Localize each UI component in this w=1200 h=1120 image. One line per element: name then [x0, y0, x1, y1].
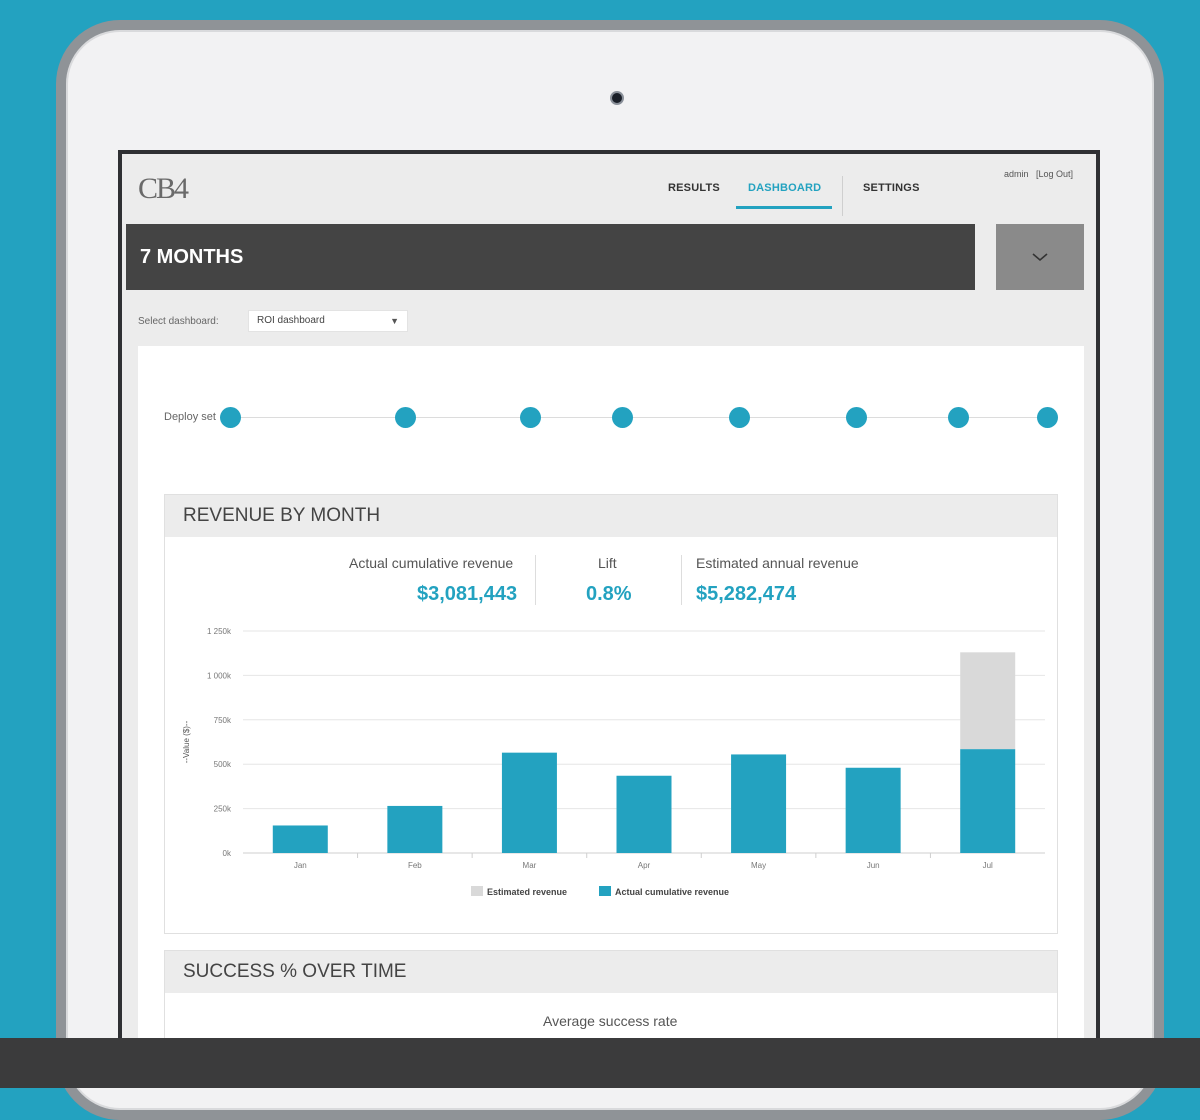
success-panel-title: SUCCESS % OVER TIME	[165, 951, 1057, 993]
deploy-point[interactable]	[395, 407, 416, 428]
deploy-set-label: Deploy set	[164, 411, 216, 423]
deploy-timeline	[230, 417, 1048, 418]
top-bar: CB4 RESULTS DASHBOARD SETTINGS admin [Lo…	[122, 154, 1096, 224]
deploy-point[interactable]	[612, 407, 633, 428]
bar-actual-jan	[272, 825, 328, 853]
deploy-point[interactable]	[948, 407, 969, 428]
caret-down-icon: ▼	[390, 316, 399, 326]
x-tick-label: Jun	[867, 861, 880, 870]
revenue-panel: REVENUE BY MONTH Actual cumulative reven…	[164, 494, 1058, 934]
y-tick-label: 750k	[214, 716, 232, 725]
deploy-point[interactable]	[220, 407, 241, 428]
bar-actual-mar	[501, 752, 557, 853]
x-tick-label: Jan	[294, 861, 307, 870]
legend-label-estimated: Estimated revenue	[487, 887, 568, 897]
dashboard-select[interactable]: ROI dashboard ▼	[248, 310, 408, 332]
bar-actual-may	[731, 754, 787, 853]
deploy-point[interactable]	[520, 407, 541, 428]
logout-link[interactable]: [Log Out]	[1036, 169, 1073, 179]
bar-actual-feb	[387, 805, 443, 853]
dashboard-content: Deploy set REVENUE BY MONTH Actual cumul…	[138, 346, 1084, 1046]
deploy-point[interactable]	[846, 407, 867, 428]
bar-actual-apr	[616, 775, 672, 853]
period-label: 7 MONTHS	[140, 246, 244, 268]
x-tick-label: Mar	[523, 861, 537, 870]
y-tick-label: 500k	[214, 760, 232, 769]
screen: CB4 RESULTS DASHBOARD SETTINGS admin [Lo…	[118, 150, 1100, 1050]
bar-actual-jul	[960, 749, 1016, 853]
chevron-down-icon	[1032, 253, 1048, 262]
period-toggle-button[interactable]	[996, 224, 1084, 290]
nav-dashboard[interactable]: DASHBOARD	[748, 182, 821, 194]
legend-swatch-actual	[599, 886, 611, 896]
deploy-point[interactable]	[729, 407, 750, 428]
x-tick-label: May	[751, 861, 766, 870]
logo: CB4	[138, 172, 189, 205]
bar-estimated-jul	[960, 652, 1016, 750]
bottom-bar	[0, 1038, 1200, 1088]
y-tick-label: 1 250k	[207, 627, 232, 636]
period-bar: 7 MONTHS	[126, 224, 975, 290]
y-tick-label: 1 000k	[207, 671, 232, 680]
dashboard-select-label: Select dashboard:	[138, 316, 219, 327]
stat-label-success-rate: Average success rate	[543, 1013, 678, 1029]
y-axis-label: --Value ($)--	[182, 720, 191, 763]
x-tick-label: Jul	[983, 861, 993, 870]
legend-label-actual: Actual cumulative revenue	[615, 887, 730, 897]
nav-settings[interactable]: SETTINGS	[863, 182, 920, 194]
x-tick-label: Apr	[638, 861, 651, 870]
dashboard-select-value: ROI dashboard	[257, 315, 325, 326]
x-tick-label: Feb	[408, 861, 422, 870]
y-tick-label: 0k	[223, 849, 232, 858]
deploy-point[interactable]	[1037, 407, 1058, 428]
nav-divider	[842, 176, 843, 216]
y-tick-label: 250k	[214, 805, 232, 814]
revenue-chart: 0k 250k 500k 750k 1 000k 1 250k --Value ($)-- J…	[182, 627, 1045, 870]
success-panel: SUCCESS % OVER TIME Average success rate	[164, 950, 1058, 1046]
nav-results[interactable]: RESULTS	[668, 182, 720, 194]
nav-active-indicator	[736, 206, 832, 209]
legend-swatch-estimated	[471, 886, 483, 896]
user-name: admin	[1004, 169, 1029, 179]
camera	[610, 91, 624, 105]
bar-actual-jun	[845, 767, 901, 853]
